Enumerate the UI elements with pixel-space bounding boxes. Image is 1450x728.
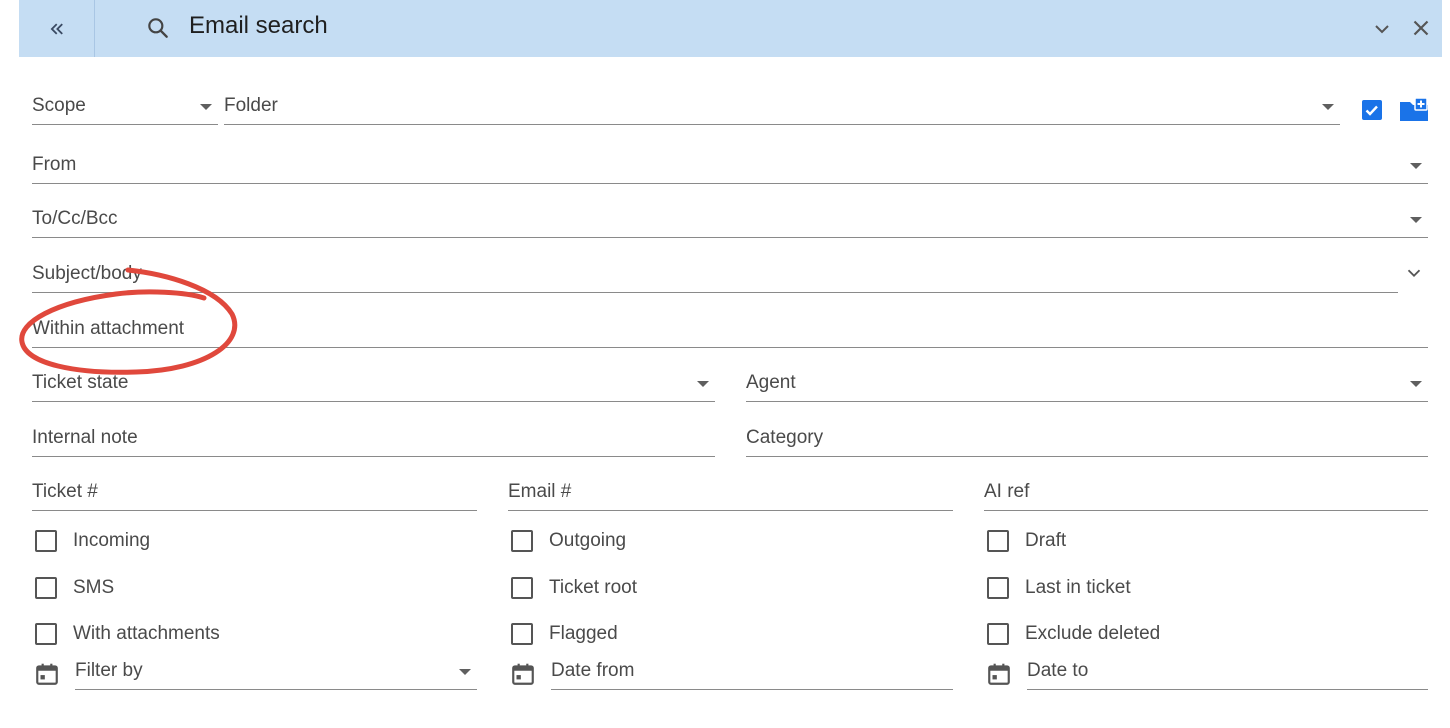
collapse-button[interactable] <box>19 0 95 57</box>
search-header: Email search <box>19 0 1442 57</box>
incoming-checkbox[interactable]: Incoming <box>35 528 150 554</box>
scope-label: Scope <box>32 95 86 116</box>
ai-ref-input[interactable]: AI ref <box>984 481 1428 511</box>
dropdown-arrow-icon[interactable] <box>697 381 709 387</box>
outgoing-label: Outgoing <box>549 530 627 551</box>
dropdown-arrow-icon[interactable] <box>1322 104 1334 110</box>
category-label: Category <box>746 427 824 448</box>
chevron-down-icon[interactable] <box>1403 262 1425 284</box>
from-label: From <box>32 154 77 175</box>
subject-body-input[interactable]: Subject/body <box>32 263 1398 293</box>
category-input[interactable]: Category <box>746 427 1428 457</box>
agent-label: Agent <box>746 372 796 393</box>
calendar-icon[interactable] <box>510 661 536 687</box>
internal-note-label: Internal note <box>32 427 138 448</box>
checkbox-icon[interactable] <box>987 530 1009 552</box>
incoming-label: Incoming <box>73 530 151 551</box>
folder-select[interactable]: Folder <box>224 95 1340 125</box>
ticket-root-label: Ticket root <box>549 577 637 598</box>
ticket-number-input[interactable]: Ticket # <box>32 481 477 511</box>
page-title: Email search <box>189 12 328 39</box>
with-attachments-checkbox[interactable]: With attachments <box>35 621 220 647</box>
calendar-icon[interactable] <box>986 661 1012 687</box>
date-from-input[interactable]: Date from <box>551 660 953 690</box>
subject-body-label: Subject/body <box>32 263 142 284</box>
checkbox-icon[interactable] <box>511 577 533 599</box>
ticket-number-label: Ticket # <box>32 481 98 502</box>
outgoing-checkbox[interactable]: Outgoing <box>511 528 626 554</box>
date-from-label: Date from <box>551 660 635 681</box>
with-attachments-label: With attachments <box>73 623 220 644</box>
exclude-deleted-checkbox[interactable]: Exclude deleted <box>987 621 1160 647</box>
ai-ref-label: AI ref <box>984 481 1030 502</box>
email-number-input[interactable]: Email # <box>508 481 953 511</box>
draft-checkbox[interactable]: Draft <box>987 528 1066 554</box>
close-icon[interactable] <box>1408 15 1434 41</box>
date-to-label: Date to <box>1027 660 1089 681</box>
sms-checkbox[interactable]: SMS <box>35 575 114 601</box>
double-chevron-left-icon <box>50 23 63 34</box>
checkbox-icon[interactable] <box>987 623 1009 645</box>
flagged-label: Flagged <box>549 623 618 644</box>
from-select[interactable]: From <box>32 154 1428 184</box>
within-attachment-input[interactable]: Within attachment <box>32 318 1428 348</box>
calendar-icon[interactable] <box>34 661 60 687</box>
dropdown-arrow-icon[interactable] <box>1410 381 1422 387</box>
agent-select[interactable]: Agent <box>746 372 1428 402</box>
filter-by-select[interactable]: Filter by <box>75 660 477 690</box>
dropdown-arrow-icon[interactable] <box>459 669 471 675</box>
search-icon <box>148 18 168 38</box>
dropdown-arrow-icon[interactable] <box>1410 217 1422 223</box>
checked-checkbox-icon[interactable] <box>1360 98 1384 122</box>
checkbox-icon[interactable] <box>35 530 57 552</box>
checkbox-icon[interactable] <box>35 577 57 599</box>
checkbox-icon[interactable] <box>511 530 533 552</box>
to-cc-bcc-label: To/Cc/Bcc <box>32 208 118 229</box>
email-number-label: Email # <box>508 481 572 502</box>
flagged-checkbox[interactable]: Flagged <box>511 621 618 647</box>
ticket-state-label: Ticket state <box>32 372 129 393</box>
checkbox-icon[interactable] <box>35 623 57 645</box>
exclude-deleted-label: Exclude deleted <box>1025 623 1161 644</box>
within-attachment-label: Within attachment <box>32 318 185 339</box>
sms-label: SMS <box>73 577 115 598</box>
scope-select[interactable]: Scope <box>32 95 218 125</box>
chevron-down-icon[interactable] <box>1370 17 1394 41</box>
folder-label: Folder <box>224 95 278 116</box>
checkbox-icon[interactable] <box>511 623 533 645</box>
last-in-ticket-checkbox[interactable]: Last in ticket <box>987 575 1131 601</box>
filter-by-label: Filter by <box>75 660 143 681</box>
dropdown-arrow-icon[interactable] <box>1410 163 1422 169</box>
internal-note-input[interactable]: Internal note <box>32 427 715 457</box>
add-folder-icon[interactable] <box>1397 95 1431 125</box>
ticket-state-select[interactable]: Ticket state <box>32 372 715 402</box>
date-to-input[interactable]: Date to <box>1027 660 1428 690</box>
ticket-root-checkbox[interactable]: Ticket root <box>511 575 637 601</box>
last-in-ticket-label: Last in ticket <box>1025 577 1131 598</box>
dropdown-arrow-icon[interactable] <box>200 104 212 110</box>
draft-label: Draft <box>1025 530 1067 551</box>
to-cc-bcc-select[interactable]: To/Cc/Bcc <box>32 208 1428 238</box>
checkbox-icon[interactable] <box>987 577 1009 599</box>
